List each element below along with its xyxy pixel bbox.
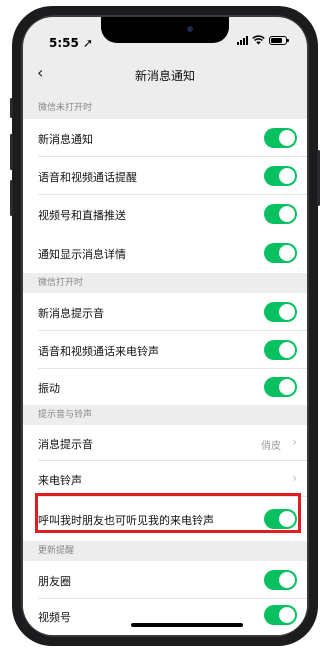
toggle-knob bbox=[279, 304, 295, 320]
toggle-switch[interactable] bbox=[264, 128, 297, 148]
volume-up-button bbox=[10, 134, 13, 170]
chevron-right-icon: › bbox=[292, 471, 297, 485]
setting-row-channels[interactable]: 视频号 bbox=[23, 599, 307, 635]
row-label: 朋友圈 bbox=[38, 575, 71, 588]
setting-row-show-details[interactable]: 通知显示消息详情 bbox=[23, 233, 307, 273]
setting-row-vibrate[interactable]: 振动 bbox=[23, 369, 307, 405]
navigation-bar: ‹ 新消息通知 bbox=[23, 61, 307, 89]
row-label: 语音和视频通话提醒 bbox=[38, 171, 137, 184]
toggle-switch[interactable] bbox=[264, 605, 297, 625]
setting-row-new-message[interactable]: 新消息通知 bbox=[23, 119, 307, 157]
current-tone-value: 俏皮 bbox=[261, 441, 281, 452]
section-header: 提示音与铃声 bbox=[23, 405, 307, 425]
setting-row-call-reminder[interactable]: 语音和视频通话提醒 bbox=[23, 157, 307, 195]
row-label: 新消息通知 bbox=[38, 133, 93, 146]
row-label: 通知显示消息详情 bbox=[38, 248, 126, 261]
toggle-knob bbox=[279, 572, 295, 588]
notch bbox=[101, 17, 229, 43]
volume-down-button bbox=[10, 180, 13, 216]
signal-icon bbox=[237, 35, 248, 45]
section-header: 更新提醒 bbox=[23, 541, 307, 561]
toggle-switch[interactable] bbox=[264, 243, 297, 263]
toggle-knob bbox=[279, 379, 295, 395]
wifi-icon bbox=[252, 35, 265, 45]
row-label: 视频号 bbox=[38, 611, 71, 624]
toggle-knob bbox=[279, 168, 295, 184]
status-indicators bbox=[237, 35, 289, 45]
toggle-knob bbox=[279, 342, 295, 358]
setting-row-ringtone[interactable]: 来电铃声 › bbox=[23, 461, 307, 497]
status-time: 5:55 ➚ bbox=[49, 36, 94, 50]
row-label: 语音和视频通话来电铃声 bbox=[38, 345, 159, 358]
section-header: 微信打开时 bbox=[23, 273, 307, 293]
battery-icon bbox=[269, 35, 289, 45]
toggle-switch[interactable] bbox=[264, 340, 297, 360]
row-label: 新消息提示音 bbox=[38, 307, 104, 320]
camera-icon bbox=[187, 26, 193, 32]
page-title: 新消息通知 bbox=[134, 69, 195, 83]
toggle-switch[interactable] bbox=[264, 204, 297, 224]
toggle-switch[interactable] bbox=[264, 377, 297, 397]
setting-row-moments[interactable]: 朋友圈 bbox=[23, 561, 307, 599]
highlight-box bbox=[35, 493, 301, 533]
setting-row-message-sound[interactable]: 新消息提示音 bbox=[23, 293, 307, 331]
toggle-switch[interactable] bbox=[264, 570, 297, 590]
toggle-switch[interactable] bbox=[264, 166, 297, 186]
screen: 5:55 ➚ ‹ 新消息通知 微信未打开时 新消息通知 语音和视频通话提醒 视频… bbox=[23, 17, 307, 635]
silent-switch bbox=[10, 98, 13, 118]
toggle-knob bbox=[279, 130, 295, 146]
chevron-right-icon: › bbox=[292, 435, 297, 449]
section-header: 微信未打开时 bbox=[23, 97, 307, 119]
row-label: 振动 bbox=[38, 382, 60, 395]
setting-row-channels-push[interactable]: 视频号和直播推送 bbox=[23, 195, 307, 233]
row-label: 消息提示音 bbox=[38, 438, 93, 451]
toggle-knob bbox=[279, 206, 295, 222]
toggle-knob bbox=[279, 607, 295, 623]
power-button bbox=[317, 150, 320, 206]
row-label: 来电铃声 bbox=[38, 474, 82, 487]
row-label: 视频号和直播推送 bbox=[38, 209, 126, 222]
toggle-knob bbox=[279, 245, 295, 261]
home-indicator bbox=[131, 623, 243, 627]
setting-row-call-ringtone[interactable]: 语音和视频通话来电铃声 bbox=[23, 331, 307, 369]
toggle-switch[interactable] bbox=[264, 302, 297, 322]
setting-row-message-tone[interactable]: 消息提示音 俏皮 › bbox=[23, 425, 307, 461]
